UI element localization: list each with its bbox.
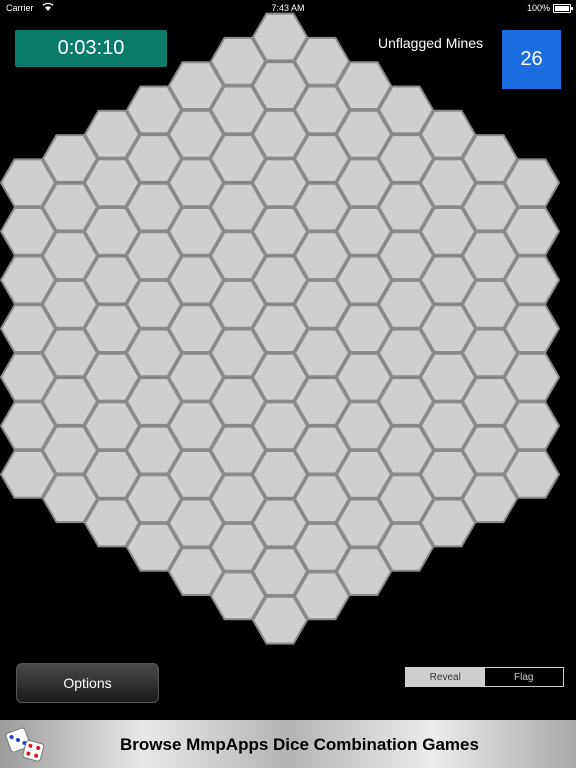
dice-icon xyxy=(5,727,45,762)
ad-banner[interactable]: Browse MmpApps Dice Combination Games xyxy=(0,720,576,768)
banner-text: Browse MmpApps Dice Combination Games xyxy=(120,735,479,754)
hex-board xyxy=(0,12,561,645)
mode-segmented-control: Reveal Flag xyxy=(405,667,564,687)
flag-mode-button[interactable]: Flag xyxy=(484,668,563,686)
options-button[interactable]: Options xyxy=(16,663,159,703)
reveal-mode-button[interactable]: Reveal xyxy=(406,668,485,686)
